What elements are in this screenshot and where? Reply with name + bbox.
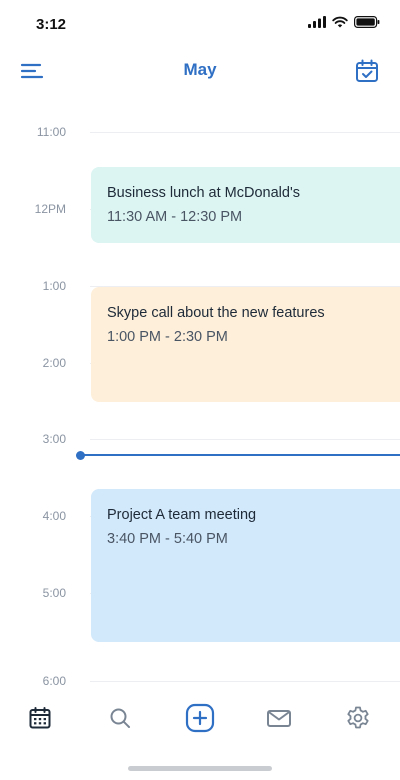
hour-label: 4:00 [42, 509, 66, 523]
event-time: 3:40 PM - 5:40 PM [107, 531, 228, 547]
day-timeline[interactable]: 11:00 12PM 1:00 2:00 3:00 4:00 5:00 6:00… [0, 110, 400, 700]
event-card[interactable]: Project A team meeting 3:40 PM - 5:40 PM [91, 489, 400, 642]
search-icon [110, 708, 130, 728]
event-card[interactable]: Skype call about the new features 1:00 P… [91, 287, 400, 402]
event-title: Project A team meeting [107, 507, 257, 523]
mail-icon [267, 710, 291, 727]
nav-bar: May [0, 48, 400, 94]
signal-icon [308, 16, 326, 28]
current-time-line [80, 454, 400, 456]
tab-mail[interactable] [259, 698, 299, 738]
add-icon [185, 703, 215, 733]
hour-label: 6:00 [42, 674, 66, 688]
calendar-icon [29, 707, 51, 729]
hour-line [90, 681, 400, 682]
hour-label: 3:00 [42, 432, 66, 446]
wifi-icon [332, 16, 348, 28]
calendar-check-button[interactable] [354, 58, 380, 84]
hour-label: 5:00 [42, 586, 66, 600]
settings-icon [347, 706, 369, 729]
current-time-dot [76, 450, 85, 460]
status-bar: 3:12 [0, 0, 400, 48]
status-time: 3:12 [36, 16, 67, 33]
hour-line [90, 132, 400, 133]
tab-settings[interactable] [338, 698, 378, 738]
tab-search[interactable] [100, 698, 140, 738]
hour-label: 2:00 [42, 356, 66, 370]
event-title: Business lunch at McDonald's [107, 185, 300, 201]
hour-label: 1:00 [42, 279, 66, 293]
event-card[interactable]: Business lunch at McDonald's 11:30 AM - … [91, 167, 400, 243]
home-indicator [128, 766, 272, 771]
event-title: Skype call about the new features [107, 305, 325, 321]
page-title: May [183, 60, 217, 79]
tab-add[interactable] [180, 698, 220, 738]
status-icons [308, 16, 380, 28]
battery-icon [354, 16, 380, 28]
hour-line [90, 439, 400, 440]
tab-calendar[interactable] [20, 698, 60, 738]
event-time: 11:30 AM - 12:30 PM [107, 209, 243, 225]
event-time: 1:00 PM - 2:30 PM [107, 329, 228, 345]
hour-label: 11:00 [36, 125, 66, 139]
calendar-check-icon [356, 59, 378, 82]
tab-bar [0, 698, 400, 742]
hour-label: 12PM [34, 202, 66, 216]
